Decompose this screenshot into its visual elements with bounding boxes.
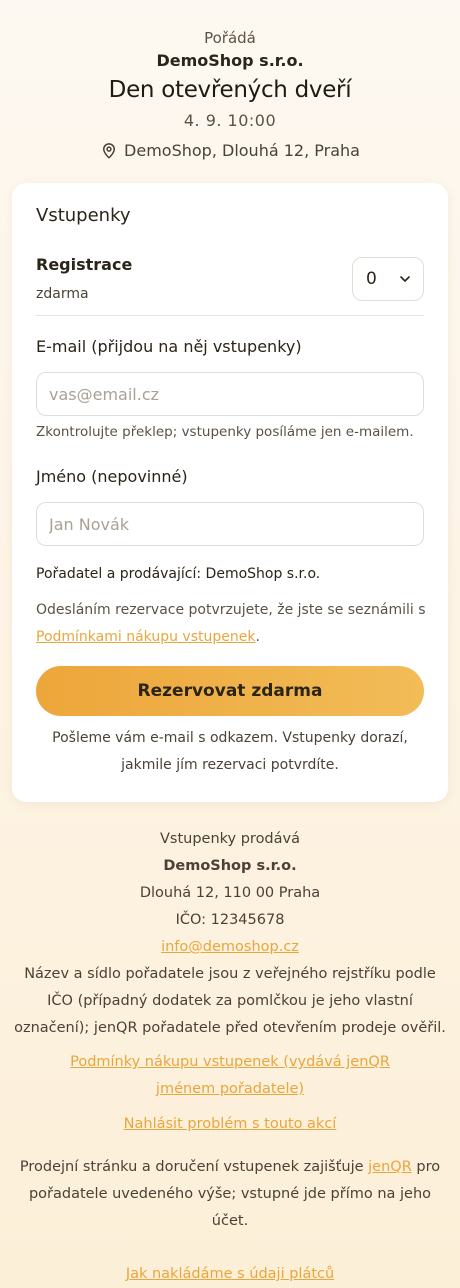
- terms-link[interactable]: Podmínkami nákupu vstupenek: [36, 629, 255, 645]
- organizer-label: Pořádá: [204, 29, 256, 47]
- seller-email-link[interactable]: info@demoshop.cz: [161, 939, 299, 955]
- confirmation-note: Pošleme vám e-mail s odkazem. Vstupenky …: [52, 730, 408, 773]
- event-title: Den otevřených dveří: [108, 77, 352, 103]
- name-field[interactable]: [36, 502, 424, 546]
- name-label: Jméno (nepovinné): [36, 467, 188, 486]
- ticket-divider: [36, 315, 424, 316]
- seller-name: DemoShop s.r.o.: [163, 858, 297, 874]
- footer: Vstupenky prodává DemoShop s.r.o. Dlouhá…: [0, 826, 460, 1288]
- platform-note: Prodejní stránku a doručení vstupenek za…: [0, 1154, 460, 1235]
- consent-text-after: .: [255, 629, 260, 645]
- report-problem-link[interactable]: Nahlásit problém s touto akcí: [124, 1116, 337, 1132]
- jenqr-link[interactable]: jenQR: [368, 1159, 412, 1175]
- registry-note: Název a sídlo pořadatele jsou z veřejnéh…: [14, 966, 446, 1036]
- platform-note-before: Prodejní stránku a doručení vstupenek za…: [19, 1159, 369, 1175]
- event-place-text: DemoShop, Dlouhá 12, Praha: [124, 141, 360, 160]
- event-place: DemoShop, Dlouhá 12, Praha: [0, 140, 460, 162]
- consent-text: Odesláním rezervace potvrzujete, že jste…: [36, 597, 428, 651]
- ticket-type-name: Registrace: [36, 255, 133, 274]
- chevron-down-icon: [400, 276, 410, 282]
- ticket-type-price: zdarma: [36, 286, 89, 302]
- reserve-button[interactable]: Rezervovat zdarma: [36, 666, 424, 716]
- event-datetime: 4. 9. 10:00: [183, 111, 277, 130]
- ticket-quantity-select[interactable]: 0: [352, 257, 424, 301]
- privacy-link[interactable]: Jak nakládáme s údaji plátců: [126, 1266, 334, 1282]
- ticket-form-card: Vstupenky Registrace zdarma 0 E-mail (př…: [12, 183, 448, 802]
- event-header: Pořádá DemoShop s.r.o. Den otevřených dv…: [0, 0, 460, 162]
- email-label: E-mail (přijdou na něj vstupenky): [36, 337, 302, 356]
- map-pin-icon: [103, 143, 116, 159]
- email-hint: Zkontrolujte překlep; vstupenky posíláme…: [36, 424, 414, 440]
- organizer-name: DemoShop s.r.o.: [156, 51, 304, 70]
- email-field[interactable]: [36, 372, 424, 416]
- consent-text-before: Odesláním rezervace potvrzujete, že jste…: [36, 602, 426, 618]
- seller-address: Dlouhá 12, 110 00 Praha: [139, 885, 321, 901]
- footer-terms-link[interactable]: Podmínky nákupu vstupenek (vydává jenQR …: [70, 1054, 390, 1097]
- tickets-heading: Vstupenky: [36, 205, 131, 226]
- sold-by-label: Vstupenky prodává: [159, 831, 300, 847]
- ticket-quantity-value: 0: [366, 269, 377, 289]
- seller-ico: IČO: 12345678: [175, 912, 285, 928]
- seller-line: Pořadatel a prodávající: DemoShop s.r.o.: [36, 566, 321, 582]
